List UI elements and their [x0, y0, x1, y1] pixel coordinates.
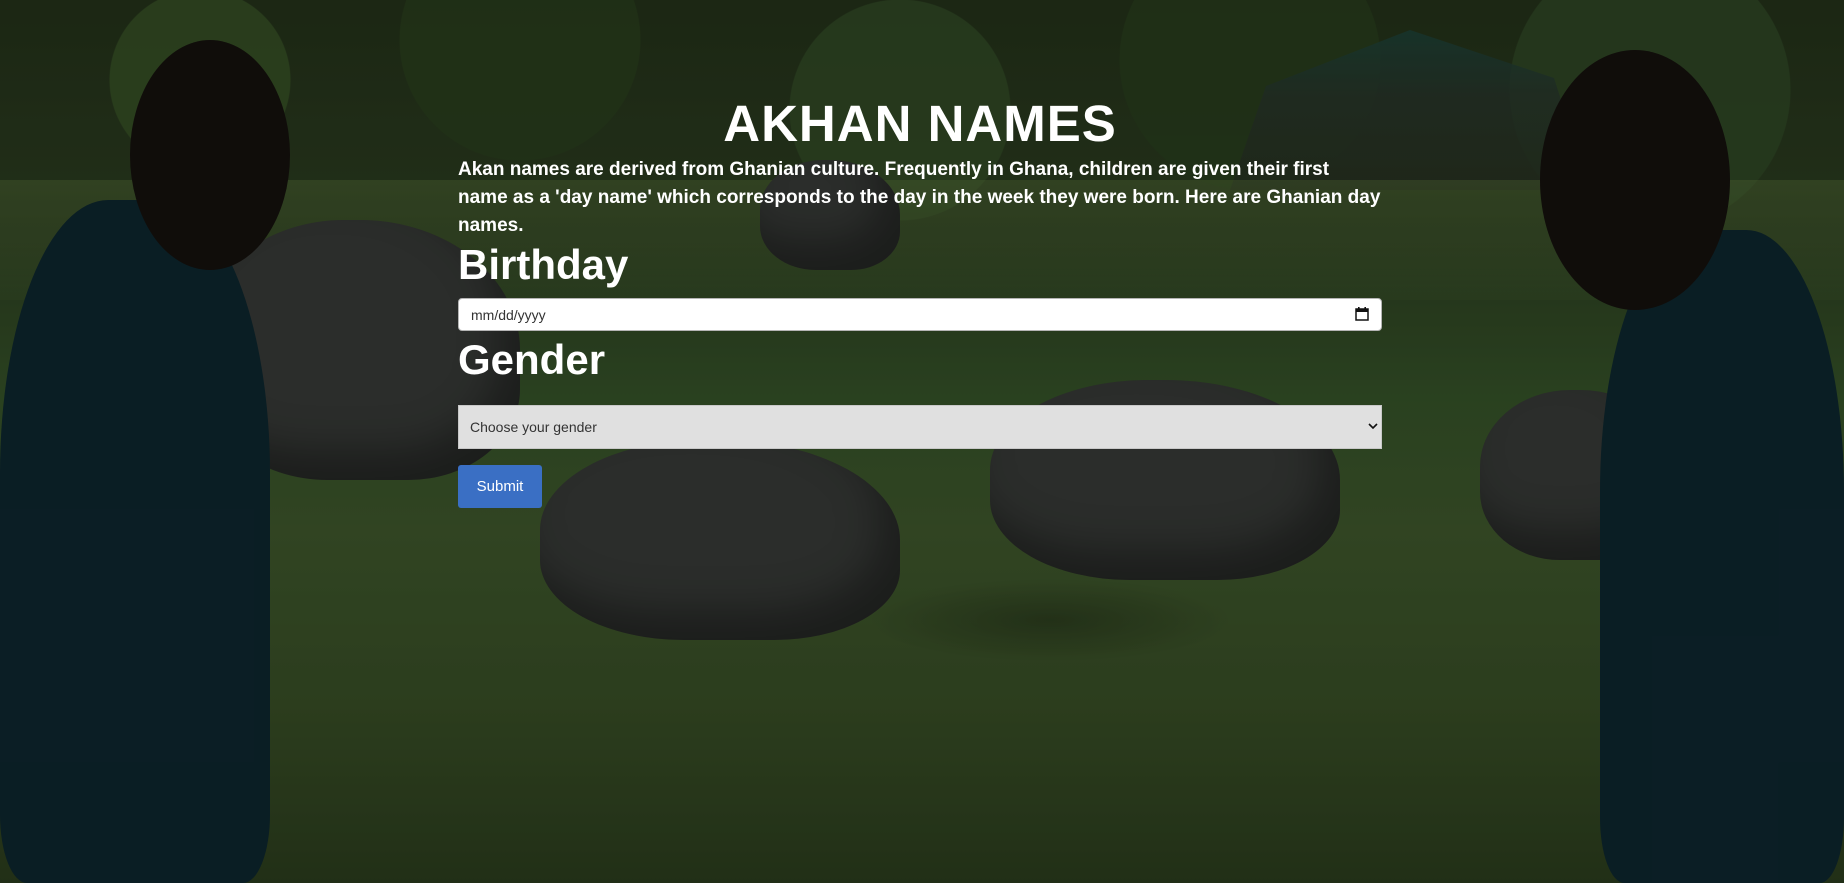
chevron-down-icon [1368, 423, 1378, 430]
calendar-icon[interactable] [1355, 307, 1369, 321]
birthday-heading: Birthday [458, 241, 629, 288]
page-title: AKHAN NAMES [723, 95, 1117, 152]
birthday-date-field[interactable] [458, 298, 1382, 331]
gender-heading: Gender [458, 336, 606, 383]
page: AKHAN NAMES Akan names are derived from … [0, 0, 1844, 883]
intro-text: Akan names are derived from Ghanian cult… [458, 159, 1381, 236]
gender-select[interactable]: Choose your gender [458, 405, 1382, 449]
gender-select-value: Choose your gender [470, 419, 597, 435]
submit-button[interactable]: Submit [458, 465, 542, 508]
main-content: AKHAN NAMES Akan names are derived from … [458, 92, 1382, 508]
birthday-input[interactable] [459, 299, 1343, 330]
